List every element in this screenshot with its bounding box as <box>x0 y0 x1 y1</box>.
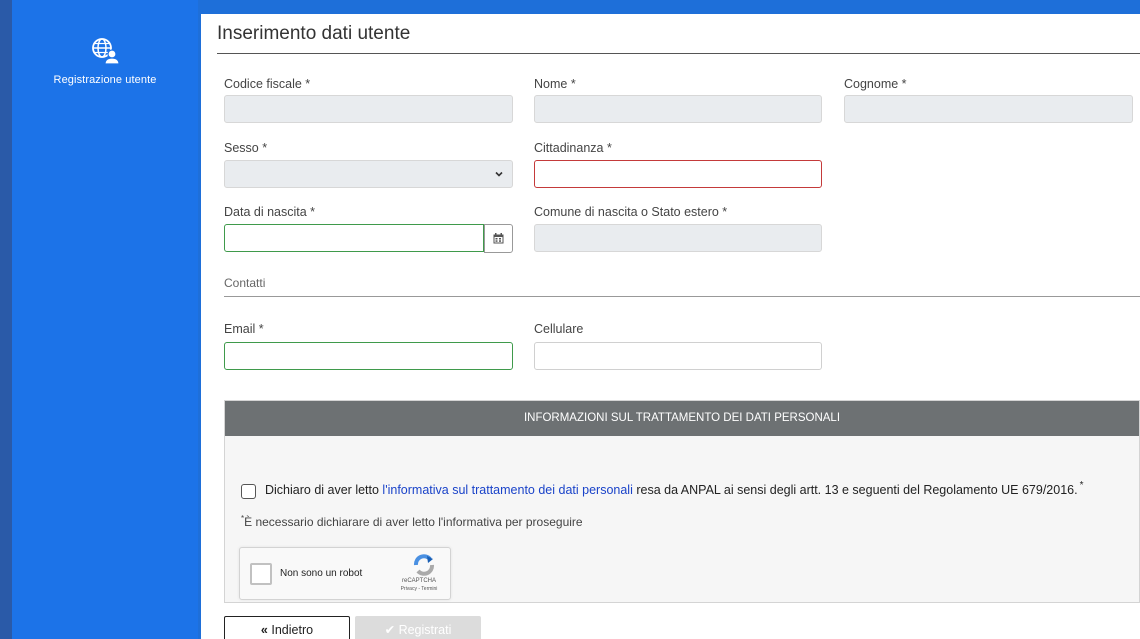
cittadinanza-input[interactable] <box>534 160 822 188</box>
title-divider <box>217 53 1140 54</box>
privacy-panel: INFORMAZIONI SUL TRATTAMENTO DEI DATI PE… <box>224 400 1140 603</box>
sidebar-item-label: Registrazione utente <box>53 74 157 86</box>
consent-prefix: Dichiaro di aver letto <box>265 483 383 497</box>
recaptcha-label: Non sono un robot <box>280 568 363 579</box>
contatti-divider <box>224 296 1140 297</box>
privacy-policy-link[interactable]: l'informativa sul trattamento dei dati p… <box>382 483 632 497</box>
comune-nascita-input[interactable] <box>534 224 822 252</box>
nome-input[interactable] <box>534 95 822 123</box>
register-button[interactable]: ✔ Registrati <box>355 616 481 639</box>
contatti-section-label: Contatti <box>224 276 266 290</box>
privacy-consent-text: Dichiaro di aver letto l'informativa sul… <box>265 480 1084 497</box>
double-chevron-left-icon: « <box>260 623 268 637</box>
comune-nascita-label: Comune di nascita o Stato estero * <box>534 205 728 219</box>
cittadinanza-label: Cittadinanza * <box>534 141 612 155</box>
register-button-label: Registrati <box>398 623 452 637</box>
sesso-label: Sesso * <box>224 141 268 155</box>
sidebar-edge <box>0 0 12 639</box>
required-star: * <box>1079 480 1084 491</box>
check-icon: ✔ <box>384 623 396 637</box>
page-title: Inserimento dati utente <box>217 23 411 44</box>
privacy-header: INFORMAZIONI SUL TRATTAMENTO DEI DATI PE… <box>225 401 1139 436</box>
back-button[interactable]: « Indietro <box>224 616 350 639</box>
recaptcha-logo-icon <box>414 554 434 576</box>
data-nascita-label: Data di nascita * <box>224 205 316 219</box>
back-button-label: Indietro <box>271 623 314 637</box>
nome-label: Nome * <box>534 77 576 91</box>
sidebar: Registrazione utente <box>0 0 198 639</box>
calendar-icon <box>493 233 504 244</box>
cognome-input[interactable] <box>844 95 1133 123</box>
consent-suffix: resa da ANPAL ai sensi degli artt. 13 e … <box>632 483 1078 497</box>
recaptcha-terms-link[interactable]: Privacy - Termini <box>390 586 448 592</box>
note-text: È necessario dichiarare di aver letto l'… <box>244 515 583 529</box>
codice-fiscale-label: Codice fiscale * <box>224 77 311 91</box>
calendar-button[interactable] <box>484 224 513 253</box>
cellulare-input[interactable] <box>534 342 822 370</box>
codice-fiscale-input[interactable] <box>224 95 513 123</box>
email-label: Email * <box>224 322 264 336</box>
recaptcha-checkbox[interactable] <box>250 563 272 585</box>
email-input[interactable] <box>224 342 513 370</box>
globe-user-icon <box>92 38 120 65</box>
sidebar-item-registrazione-utente[interactable]: Registrazione utente <box>12 36 198 88</box>
chevron-down-icon <box>495 171 503 177</box>
privacy-note: *È necessario dichiarare di aver letto l… <box>241 514 583 529</box>
cognome-label: Cognome * <box>844 77 907 91</box>
data-nascita-input[interactable] <box>224 224 484 252</box>
main-content: Inserimento dati utente Codice fiscale *… <box>201 14 1140 639</box>
recaptcha-brand: reCAPTCHA <box>401 578 436 584</box>
cellulare-label: Cellulare <box>534 322 584 336</box>
sesso-select[interactable] <box>224 160 513 188</box>
note-star: * <box>241 514 245 523</box>
privacy-consent-checkbox[interactable] <box>241 484 256 499</box>
recaptcha-widget: Non sono un robot reCAPTCHA Privacy - Te… <box>239 547 451 600</box>
